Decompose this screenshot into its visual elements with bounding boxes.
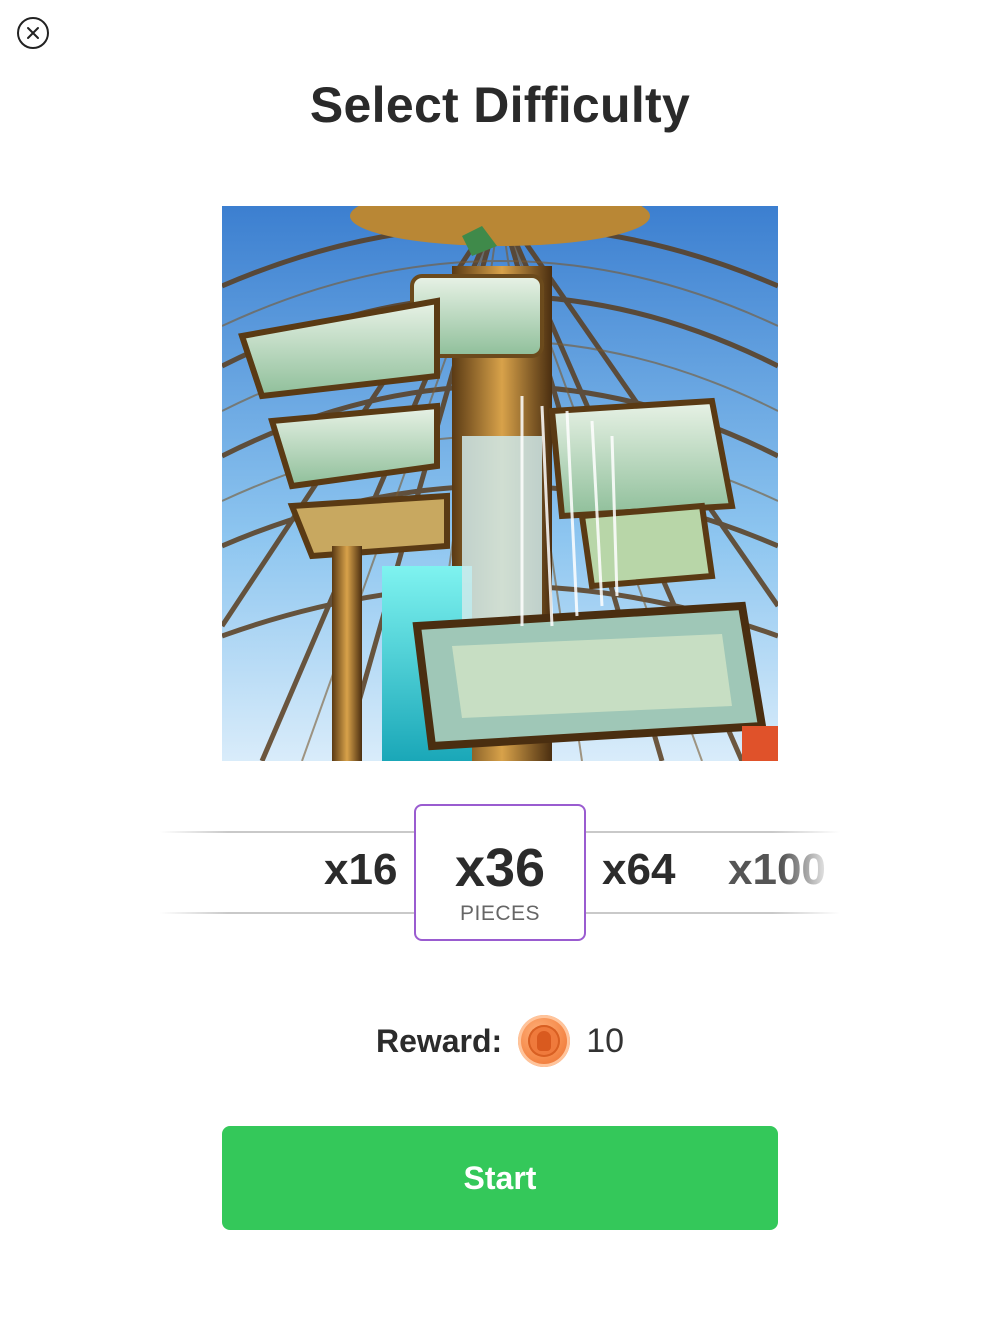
close-button[interactable] [17, 17, 49, 49]
difficulty-picker[interactable]: x16 x36 PIECES x64 x100 [150, 780, 850, 965]
reward-value: 10 [586, 1021, 625, 1060]
coin-icon [518, 1015, 571, 1067]
puzzle-preview-image [222, 206, 778, 761]
reward-label: Reward: [375, 1022, 503, 1059]
difficulty-option-x100[interactable]: x100 [728, 840, 826, 900]
difficulty-option-x36-selected[interactable]: x36 PIECES [414, 804, 586, 941]
reward-row: Reward: 10 [0, 1013, 1000, 1069]
difficulty-option-x64[interactable]: x64 [602, 840, 675, 900]
selected-difficulty-unit: PIECES [459, 902, 541, 925]
difficulty-screen: Select Difficulty x16 x36 PIECES x64 x10… [0, 0, 1000, 1334]
page-title: Select Difficulty [309, 77, 691, 133]
fountain-illustration [222, 206, 778, 761]
difficulty-option-x16[interactable]: x16 [324, 840, 397, 900]
start-button[interactable]: Start [222, 1126, 778, 1230]
close-icon [27, 27, 39, 39]
selected-difficulty-value: x36 [454, 838, 546, 898]
